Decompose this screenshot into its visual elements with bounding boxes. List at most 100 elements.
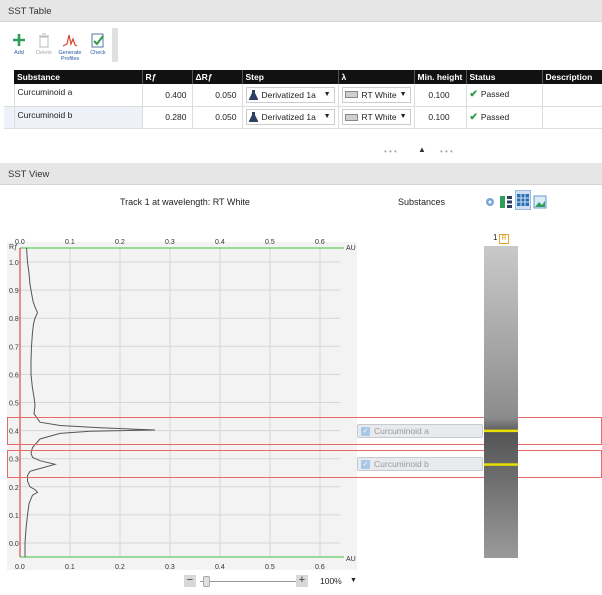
delete-button-label: Delete	[36, 50, 52, 56]
x-tick-label-bottom: 0.2	[115, 564, 125, 571]
cell-step[interactable]: Derivatized 1a ▼	[242, 106, 339, 129]
plus-icon	[13, 34, 25, 46]
track-number: 1	[493, 233, 498, 242]
list-view-icon[interactable]	[499, 195, 513, 209]
splitter-dots-right: • • •	[440, 147, 453, 156]
substance-chip-label: Curcuminoid b	[374, 459, 429, 470]
cell-min-height[interactable]: 0.100	[414, 106, 467, 129]
row-header[interactable]	[4, 106, 15, 129]
cell-rf[interactable]: 0.280	[142, 106, 193, 129]
cell-rf[interactable]: 0.400	[142, 84, 193, 107]
profile-chart-icon	[62, 34, 78, 47]
y-axis-label: Rƒ	[9, 244, 18, 251]
table-row[interactable]: Curcuminoid a 0.400 0.050 Derivatized 1a…	[4, 84, 602, 107]
track-image[interactable]	[484, 246, 518, 558]
table-header-row: Substance Rƒ ΔRƒ Step λ Min. height Stat…	[4, 70, 602, 84]
column-header-description[interactable]: Description	[542, 70, 602, 84]
zoom-percent[interactable]: 100%	[320, 576, 342, 586]
step-dropdown[interactable]: Derivatized 1a ▼	[245, 109, 335, 125]
substance-chip-curcuminoid-a[interactable]: ✓ Curcuminoid a	[357, 423, 483, 438]
status-text: Passed	[480, 89, 510, 100]
marker-curcuminoid-b	[484, 463, 518, 466]
sst-table: Substance Rƒ ΔRƒ Step λ Min. height Stat…	[4, 70, 602, 129]
y-tick-label: 0.2	[9, 485, 19, 492]
column-header-min-height[interactable]: Min. height	[414, 70, 467, 84]
reference-badge: R	[499, 234, 509, 244]
zoom-slider-knob[interactable]	[203, 576, 210, 587]
x-tick-label-top: 0.2	[115, 239, 125, 246]
lambda-dropdown[interactable]: RT White ▼	[341, 86, 411, 103]
zoom-out-button[interactable]: −	[184, 575, 196, 587]
column-header-delta-rf[interactable]: ΔRƒ	[192, 70, 243, 84]
settings-wand-icon[interactable]	[483, 195, 497, 209]
toolbar-grip[interactable]	[112, 28, 118, 62]
column-header-rf[interactable]: Rƒ	[142, 70, 193, 84]
column-header-step[interactable]: Step	[242, 70, 339, 84]
zoom-slider-track[interactable]	[200, 581, 300, 582]
add-button[interactable]: Add	[6, 32, 32, 64]
x-tick-label-bottom: 0.5	[265, 564, 275, 571]
lambda-dropdown-value: RT White	[361, 112, 397, 122]
cell-description[interactable]	[542, 106, 602, 129]
cell-step[interactable]: Derivatized 1a ▼	[242, 84, 339, 107]
splitter-dots-left: • • •	[384, 147, 397, 156]
check-button-label: Check	[90, 50, 106, 56]
sst-table-header[interactable]: SST Table	[0, 0, 602, 22]
checkbox-icon[interactable]: ✓	[361, 426, 370, 436]
panel-splitter[interactable]: • • • ▲ • • •	[0, 139, 602, 161]
view-toolbar	[483, 190, 548, 212]
cell-lambda[interactable]: RT White ▼	[338, 84, 415, 107]
cell-substance[interactable]: Curcuminoid b	[14, 106, 143, 129]
status-text: Passed	[480, 111, 510, 122]
cell-status: ✔ Passed	[466, 84, 543, 107]
table-view-icon[interactable]	[515, 190, 531, 210]
y-tick-label: 0.6	[9, 372, 19, 379]
x-tick-label-top: 0.5	[265, 239, 275, 246]
y-tick-label: 0.9	[9, 288, 19, 295]
row-header[interactable]	[4, 84, 15, 107]
y-tick-label: 0.8	[9, 316, 19, 323]
chevron-down-icon: ▼	[323, 113, 331, 120]
checkbox-icon[interactable]: ✓	[361, 460, 370, 470]
cell-substance[interactable]: Curcuminoid a	[14, 84, 143, 107]
substance-chip-curcuminoid-b[interactable]: ✓ Curcuminoid b	[357, 457, 483, 472]
chart-background	[7, 242, 357, 570]
table-row[interactable]: Curcuminoid b 0.280 0.050 Derivatized 1a…	[4, 106, 602, 129]
passed-check-icon: ✔	[469, 111, 478, 123]
chevron-down-icon: ▼	[399, 113, 407, 120]
column-header-status[interactable]: Status	[466, 70, 543, 84]
check-clipboard-icon	[91, 33, 104, 48]
generate-profiles-button-label: Generate Profiles	[58, 50, 82, 62]
sst-view-header[interactable]: SST View	[0, 163, 602, 185]
y-tick-label: 1.0	[9, 260, 19, 267]
chevron-down-icon[interactable]: ▼	[350, 577, 357, 584]
y-tick-label: 0.1	[9, 513, 19, 520]
generate-profiles-button[interactable]: Generate Profiles	[57, 32, 83, 64]
sst-table-title: SST Table	[8, 6, 52, 17]
x-tick-label-bottom: 0.4	[215, 564, 225, 571]
column-header-lambda[interactable]: λ	[338, 70, 415, 84]
zoom-in-button[interactable]: +	[296, 575, 308, 587]
collapse-up-icon[interactable]: ▲	[418, 145, 426, 154]
column-header-substance[interactable]: Substance	[14, 70, 143, 84]
cell-description[interactable]	[542, 84, 602, 107]
cell-min-height[interactable]: 0.100	[414, 84, 467, 107]
cell-delta-rf[interactable]: 0.050	[192, 84, 243, 107]
cell-lambda[interactable]: RT White ▼	[338, 106, 415, 129]
color-swatch-icon	[344, 91, 358, 99]
lambda-dropdown[interactable]: RT White ▼	[341, 109, 411, 125]
x-tick-label-bottom: 0.6	[315, 564, 325, 571]
densitogram-chart[interactable]: 0.0 0.0 0.1 0.1 0.2 0.2 0.3 0.3 0.4 0.4 0.5 0.5 0.6 0…	[0, 232, 360, 572]
image-view-icon[interactable]	[533, 195, 547, 209]
chevron-down-icon: ▼	[323, 90, 331, 98]
add-button-label: Add	[14, 50, 24, 56]
x-tick-label-bottom: 0.3	[165, 564, 175, 571]
delete-button[interactable]: Delete	[31, 32, 57, 64]
x-tick-label-top: 0.6	[315, 239, 325, 246]
y-tick-label: 0.5	[9, 401, 19, 408]
step-dropdown[interactable]: Derivatized 1a ▼	[245, 86, 335, 103]
sst-view-title: SST View	[8, 169, 50, 180]
x-tick-label-top: 0.3	[165, 239, 175, 246]
check-button[interactable]: Check	[85, 32, 111, 64]
cell-delta-rf[interactable]: 0.050	[192, 106, 243, 129]
